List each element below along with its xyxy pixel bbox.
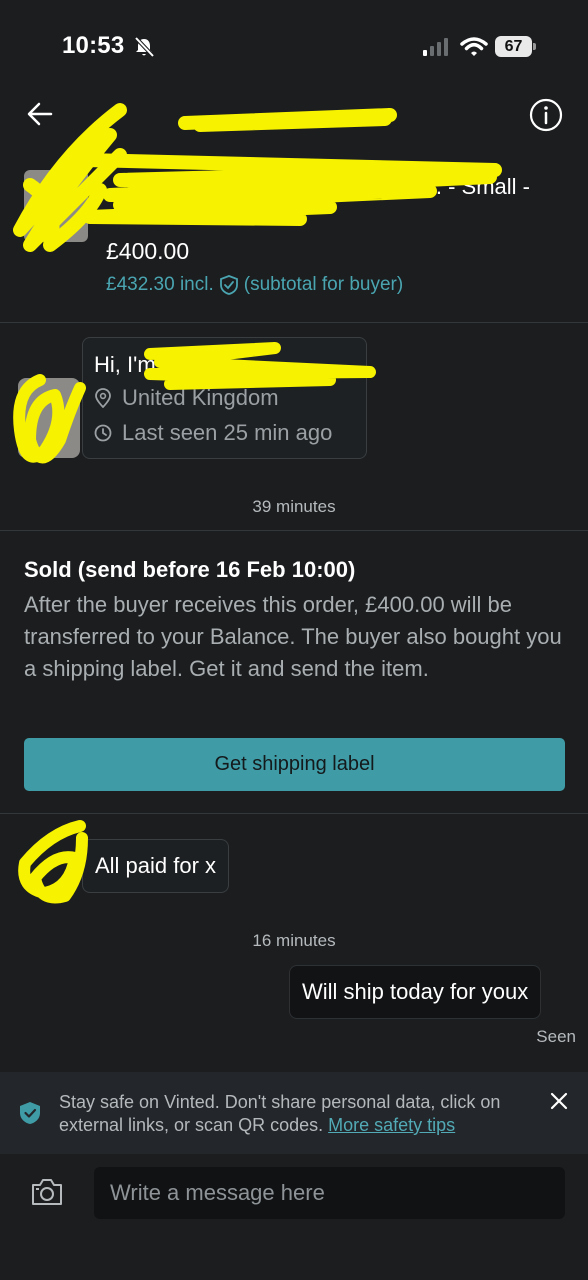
outgoing-message-text: Will ship today for youx [302, 979, 529, 1004]
wifi-icon [460, 37, 488, 56]
profile-location-text: United Kingdom [122, 385, 279, 410]
divider [0, 813, 588, 814]
item-price: £400.00 [106, 238, 190, 264]
divider [0, 322, 588, 323]
incoming-message: All paid for x [82, 839, 230, 893]
user-avatar[interactable] [18, 378, 80, 458]
outgoing-message: Will ship today for youx [289, 965, 542, 1019]
profile-last-seen: Last seen 25 min ago [94, 420, 332, 446]
message-input[interactable] [94, 1167, 565, 1219]
clock-icon [94, 424, 112, 442]
item-total-amount: £432.30 incl. [106, 274, 214, 295]
profile-location: United Kingdom [94, 385, 279, 411]
conversation-title [180, 100, 410, 130]
location-pin-icon [95, 388, 111, 408]
status-time: 10:53 [62, 32, 125, 59]
signal-icon [423, 38, 448, 56]
profile-last-seen-text: Last seen 25 min ago [122, 420, 333, 445]
safety-text: Stay safe on Vinted. Don't share persona… [59, 1091, 529, 1137]
seen-indicator: Seen [536, 1027, 576, 1046]
item-total: £432.30 incl. (subtotal for buyer) [106, 274, 403, 296]
sender-avatar[interactable] [16, 822, 86, 898]
camera-icon[interactable] [30, 1177, 64, 1207]
back-arrow-icon[interactable] [26, 100, 54, 128]
info-icon[interactable] [529, 98, 563, 132]
divider [0, 530, 588, 531]
battery-level: 67 [495, 36, 532, 57]
safety-tips-link[interactable]: More safety tips [328, 1115, 455, 1135]
message-timestamp: 16 minutes [252, 931, 336, 950]
item-thumbnail[interactable] [24, 170, 88, 242]
item-total-note: (subtotal for buyer) [243, 274, 404, 295]
shield-check-icon [20, 1102, 40, 1124]
bell-muted-icon [134, 36, 155, 58]
close-icon[interactable] [550, 1092, 568, 1110]
battery-indicator: 67 [495, 36, 537, 58]
message-timestamp: 39 minutes [252, 497, 336, 516]
incoming-message-text: All paid for x [95, 853, 217, 878]
get-shipping-label-button[interactable]: Get shipping label [24, 738, 565, 791]
profile-greeting: Hi, I'm [94, 352, 156, 377]
buyer-protection-shield-icon [219, 275, 238, 295]
order-status-title: Sold (send before 16 Feb 10:00) [24, 557, 356, 582]
order-status-body: After the buyer receives this order, £40… [24, 592, 562, 681]
item-title[interactable]: ... - Small - [110, 174, 530, 200]
